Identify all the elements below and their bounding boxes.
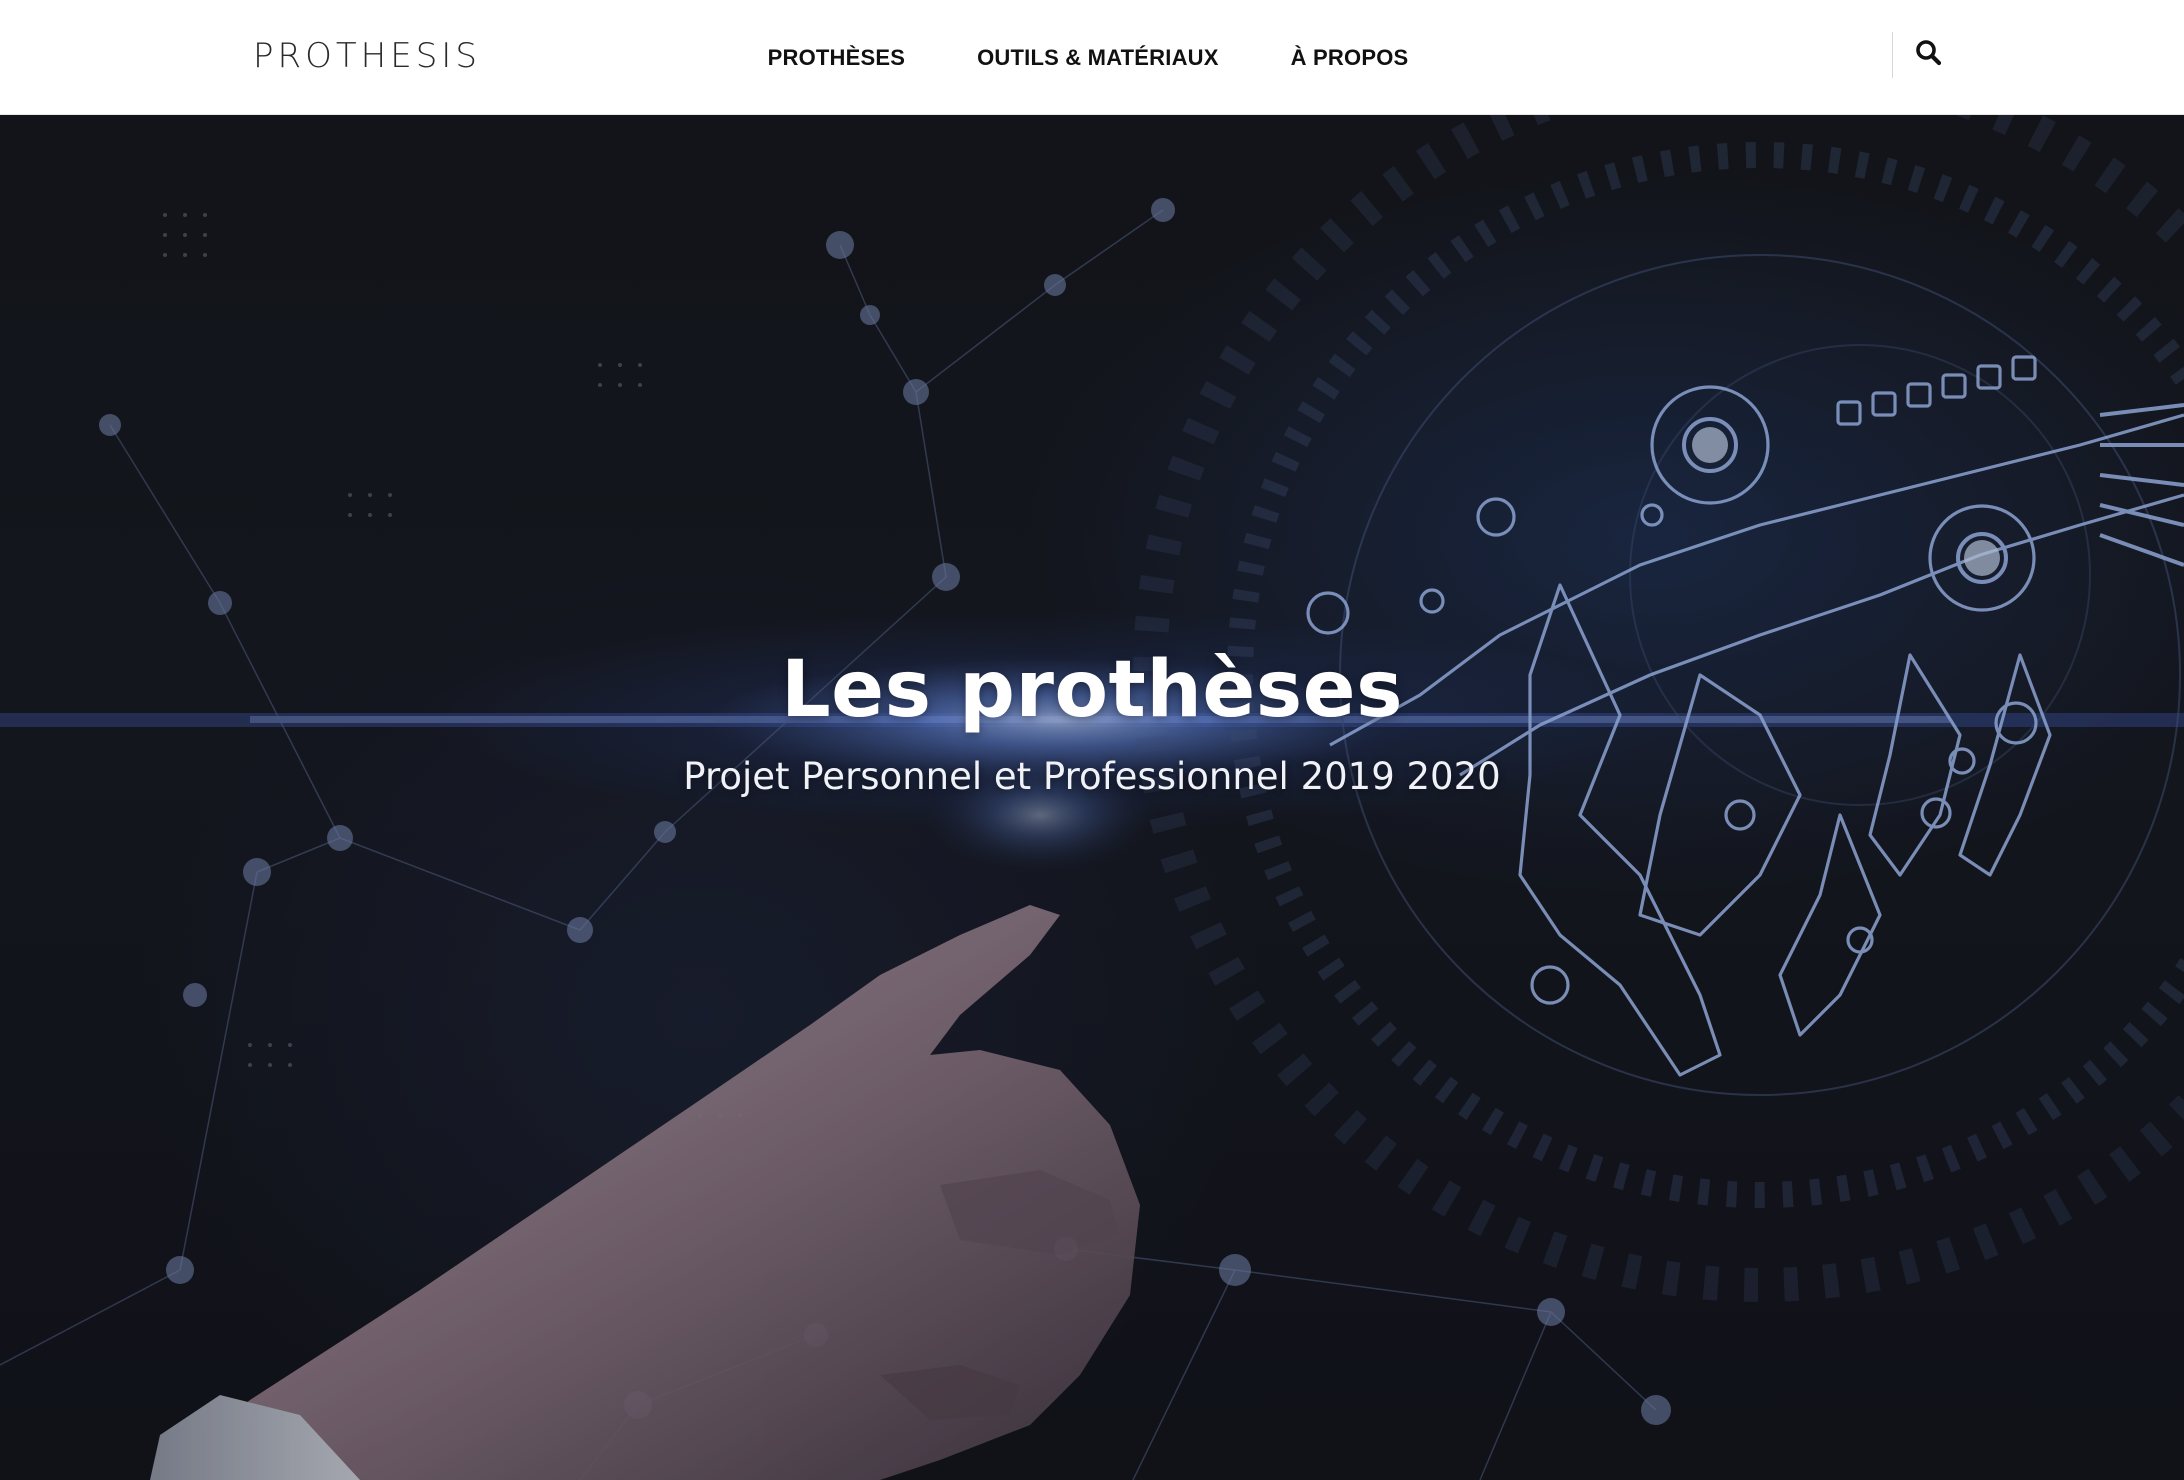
nav-item-protheses[interactable]: PROTHÈSES xyxy=(768,45,906,71)
hero-subtitle: Projet Personnel et Professionnel 2019 2… xyxy=(683,755,1501,798)
hero-content: Les prothèses Projet Personnel et Profes… xyxy=(0,115,2184,1480)
hero-title: Les prothèses xyxy=(780,645,1404,735)
site-header: PROTHESIS PROTHÈSES OUTILS & MATÉRIAUX À… xyxy=(0,0,2184,115)
site-logo[interactable]: PROTHESIS xyxy=(253,36,481,76)
nav-item-outils-materiaux[interactable]: OUTILS & MATÉRIAUX xyxy=(977,45,1219,71)
header-divider xyxy=(1892,32,1893,78)
search-button[interactable] xyxy=(1914,38,1944,68)
search-icon xyxy=(1916,40,1942,66)
nav-item-a-propos[interactable]: À PROPOS xyxy=(1291,45,1409,71)
hero-banner: Les prothèses Projet Personnel et Profes… xyxy=(0,115,2184,1480)
